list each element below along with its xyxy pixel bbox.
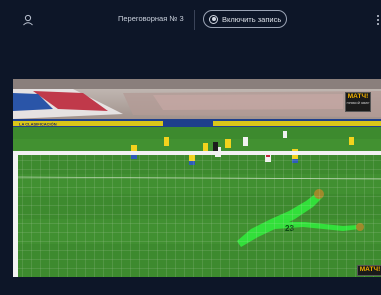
toolbar-divider bbox=[194, 10, 195, 30]
record-icon bbox=[209, 14, 218, 24]
ad-board-text: LA CLASIFICACIÓN bbox=[19, 121, 57, 126]
goal-post bbox=[13, 151, 18, 277]
channel-logo-bottom: МАТЧ! bbox=[357, 265, 381, 276]
goal-crossbar bbox=[13, 151, 381, 155]
goal-net bbox=[13, 155, 381, 277]
top-toolbar: Переговорная № 3 Включить запись bbox=[0, 0, 381, 40]
football-broadcast-frame: LA CLASIFICACIÓN bbox=[13, 79, 381, 277]
start-recording-button[interactable]: Включить запись bbox=[203, 10, 287, 28]
room-title: Переговорная № 3 bbox=[118, 14, 184, 23]
user-icon[interactable] bbox=[20, 12, 36, 28]
stand-seats bbox=[13, 89, 381, 119]
video-stream[interactable]: LA CLASIFICACIÓN МАТЧ! ПРЯМОЙ ЭФИР МАТЧ! bbox=[13, 79, 381, 277]
more-icon[interactable] bbox=[375, 12, 381, 28]
channel-logo: МАТЧ! ПРЯМОЙ ЭФИР bbox=[345, 92, 371, 112]
start-recording-label: Включить запись bbox=[222, 14, 282, 24]
